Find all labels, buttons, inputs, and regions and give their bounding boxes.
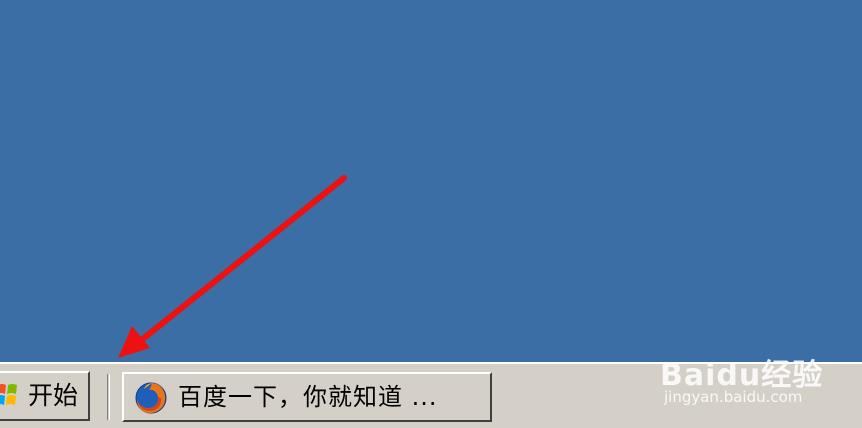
- start-button[interactable]: 开始: [0, 371, 90, 421]
- taskbar-separator: [107, 374, 110, 420]
- taskbar-item-firefox[interactable]: 百度一下，你就知道 ...: [122, 372, 492, 422]
- desktop[interactable]: [0, 0, 862, 362]
- start-button-label: 开始: [28, 381, 79, 410]
- firefox-icon: [135, 382, 167, 414]
- windows-logo-icon: [0, 384, 17, 405]
- taskbar: 开始 百度一下，你就知道 ...: [0, 362, 862, 428]
- taskbar-item-label: 百度一下，你就知道 ...: [178, 383, 438, 411]
